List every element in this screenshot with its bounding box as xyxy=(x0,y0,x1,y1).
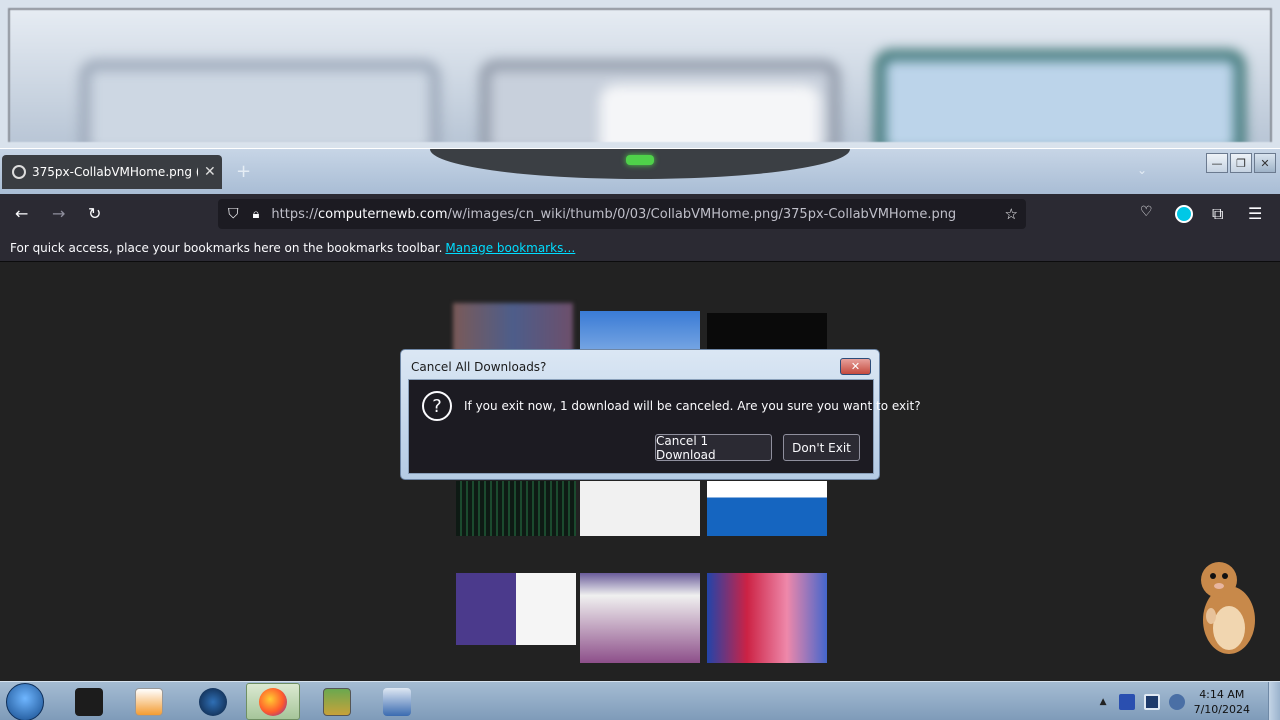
navigation-toolbar: ← → ↻ ⛉ 🔒︎ https://computernewb.com/w/im… xyxy=(0,194,1280,234)
taskbar-media-player[interactable] xyxy=(122,683,176,720)
close-window-button[interactable]: ✕ xyxy=(1254,153,1276,173)
minimize-button[interactable]: — xyxy=(1206,153,1228,173)
tab-collabvm-image[interactable]: 375px-CollabVMHome.png (PNG Image, 375 ×… xyxy=(2,155,222,189)
cancel-downloads-dialog: Cancel All Downloads? ✕ ? If you exit no… xyxy=(400,349,921,480)
show-hidden-icons[interactable]: ▲ xyxy=(1100,697,1107,707)
thumb-4 xyxy=(456,481,576,536)
status-light xyxy=(626,155,654,165)
shield-icon[interactable]: ⛉ xyxy=(228,206,239,222)
network-app-icon xyxy=(383,687,411,716)
tab-strip: 375px-CollabVMHome.png (PNG Image, 375 ×… xyxy=(0,148,1280,194)
window-controls: — ❐ ✕ xyxy=(1206,153,1276,173)
taskbar-network-app[interactable] xyxy=(370,683,424,720)
forward-arrow-icon[interactable]: → xyxy=(52,204,65,223)
start-button[interactable] xyxy=(6,683,44,720)
manage-bookmarks-link[interactable]: Manage bookmarks… xyxy=(445,241,575,255)
vm-app-icon xyxy=(75,687,103,716)
clock-date: 7/10/2024 xyxy=(1193,702,1250,716)
back-arrow-icon[interactable]: ← xyxy=(15,204,28,223)
image-tab-icon xyxy=(12,165,26,179)
vm-status-notch xyxy=(430,149,850,179)
firefox-icon xyxy=(259,687,287,716)
bookmark-star-icon[interactable]: ☆ xyxy=(1005,205,1018,223)
cancel-download-button[interactable]: Cancel 1 Download xyxy=(655,434,772,462)
taskbar-globe[interactable] xyxy=(186,683,240,720)
tab-title: 375px-CollabVMHome.png (PNG Image, 375 ×… xyxy=(32,165,198,179)
dialog-body: ? If you exit now, 1 download will be ca… xyxy=(408,379,921,474)
media-player-icon xyxy=(135,687,163,716)
thumb-6 xyxy=(707,481,827,536)
hamster-mascot-icon xyxy=(1201,562,1255,654)
remote-desktop-blurred-header xyxy=(0,0,1280,148)
question-icon: ? xyxy=(422,391,452,421)
pocket-icon[interactable]: ♡ xyxy=(1140,204,1153,220)
account-avatar-icon[interactable] xyxy=(1175,205,1193,223)
taskbar-firefox[interactable] xyxy=(246,683,300,720)
volume-icon[interactable] xyxy=(1168,693,1185,710)
show-desktop-button[interactable] xyxy=(1268,682,1280,720)
dialog-close-button[interactable]: ✕ xyxy=(840,358,871,375)
taskbar-vm-app[interactable] xyxy=(62,683,116,720)
clock[interactable]: 4:14 AM 7/10/2024 xyxy=(1194,687,1250,717)
url-bar[interactable]: ⛉ 🔒︎ https://computernewb.com/w/images/c… xyxy=(218,199,1026,229)
maximize-button[interactable]: ❐ xyxy=(1230,153,1252,173)
url-text[interactable]: https://computernewb.com/w/images/cn_wik… xyxy=(271,207,956,222)
clock-time: 4:14 AM xyxy=(1199,687,1245,701)
new-tab-icon[interactable]: + xyxy=(236,161,251,182)
dialog-message: If you exit now, 1 download will be canc… xyxy=(464,399,921,413)
url-domain: computernewb.com xyxy=(318,206,448,222)
tray-app-icon[interactable] xyxy=(1118,693,1135,710)
thumb-8 xyxy=(580,573,700,663)
bookmarks-toolbar: For quick access, place your bookmarks h… xyxy=(0,234,1280,262)
box-app-icon xyxy=(323,687,351,716)
dont-exit-button[interactable]: Don't Exit xyxy=(783,434,860,461)
url-path: /w/images/cn_wiki/thumb/0/03/CollabVMHom… xyxy=(447,206,957,222)
dialog-title: Cancel All Downloads? xyxy=(411,360,547,374)
taskbar: ▲ 4:14 AM 7/10/2024 xyxy=(0,681,1280,720)
thumb-9 xyxy=(707,573,827,663)
bookmarks-message: For quick access, place your bookmarks h… xyxy=(10,240,443,255)
url-prefix: https:// xyxy=(271,206,319,222)
thumb-5 xyxy=(580,481,700,536)
globe-icon xyxy=(199,687,227,716)
network-icon[interactable] xyxy=(1143,693,1160,710)
extensions-icon[interactable]: ⧉ xyxy=(1212,204,1223,224)
thumb-7 xyxy=(456,573,576,645)
blurred-frame xyxy=(8,8,1272,142)
taskbar-box-app[interactable] xyxy=(310,683,364,720)
menu-hamburger-icon[interactable]: ☰ xyxy=(1248,204,1262,223)
tab-close-icon[interactable]: ✕ xyxy=(204,164,216,180)
reload-icon[interactable]: ↻ xyxy=(88,204,101,223)
list-all-tabs-icon[interactable]: ⌄ xyxy=(1137,163,1147,177)
system-tray: ▲ 4:14 AM 7/10/2024 xyxy=(1100,682,1280,720)
lock-icon[interactable]: 🔒︎ xyxy=(253,207,260,222)
